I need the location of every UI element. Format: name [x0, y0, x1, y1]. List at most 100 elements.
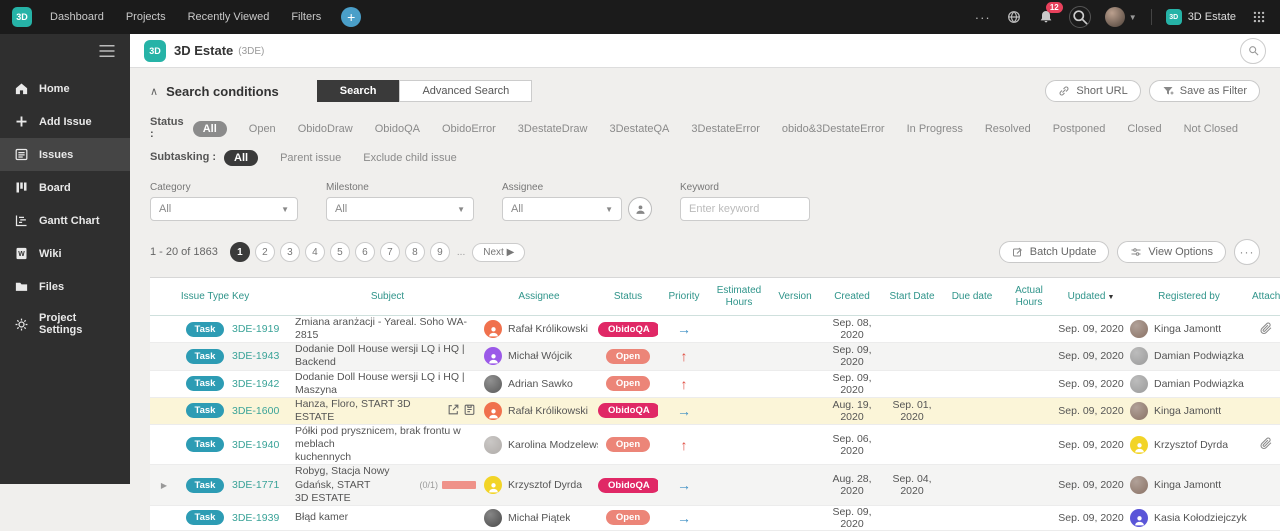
global-search-icon[interactable] — [1069, 6, 1091, 28]
tab-advanced-search[interactable]: Advanced Search — [399, 80, 532, 102]
col-status[interactable]: Status — [598, 291, 658, 303]
batch-update-button[interactable]: Batch Update — [999, 241, 1110, 263]
sidebar-item-board[interactable]: Board — [0, 171, 130, 204]
col-assignee[interactable]: Assignee — [480, 291, 598, 303]
global-add-button[interactable]: + — [341, 7, 361, 27]
page-button-1[interactable]: 1 — [230, 242, 250, 262]
nav-dashboard[interactable]: Dashboard — [50, 11, 104, 23]
collapse-chevron-icon[interactable]: ∧ — [150, 85, 158, 98]
sidebar-item-files[interactable]: Files — [0, 270, 130, 303]
notifications-bell-icon[interactable]: 12 — [1037, 8, 1055, 26]
table-row[interactable]: Task 3DE-1919 Zmiana aranżacji - Yareal.… — [150, 316, 1280, 343]
issue-subject[interactable]: Zmiana aranżacji - Yareal. Soho WA-2815 — [295, 316, 476, 342]
col-updated[interactable]: Updated▼ — [1056, 291, 1126, 303]
col-created[interactable]: Created — [822, 291, 882, 303]
user-menu[interactable]: ▼ — [1105, 7, 1137, 27]
help-icon[interactable] — [1005, 8, 1023, 26]
view-options-button[interactable]: View Options — [1117, 241, 1226, 263]
filter-option-resolved[interactable]: Resolved — [985, 123, 1031, 135]
filter-option-not-closed[interactable]: Not Closed — [1184, 123, 1238, 135]
sidebar-item-wiki[interactable]: WWiki — [0, 237, 130, 270]
table-row[interactable]: ▶ Task 3DE-1771 Robyg, Stacja Nowy Gdańs… — [150, 465, 1280, 505]
filter-option-postponed[interactable]: Postponed — [1053, 123, 1106, 135]
project-search-button[interactable] — [1240, 38, 1266, 64]
sidebar-item-gantt-chart[interactable]: Gantt Chart — [0, 204, 130, 237]
col-subject[interactable]: Subject — [295, 291, 480, 303]
table-row[interactable]: Task 3DE-1940 Półki pod prysznicem, brak… — [150, 425, 1280, 465]
issue-subject[interactable]: Błąd kamer — [295, 511, 348, 524]
col-key[interactable]: Key — [232, 291, 295, 303]
attachment-paperclip-icon[interactable] — [1259, 441, 1273, 453]
attachment-paperclip-icon[interactable] — [1259, 326, 1273, 338]
issue-key-link[interactable]: 3DE-1771 — [232, 479, 279, 491]
issue-key-link[interactable]: 3DE-1943 — [232, 350, 279, 362]
page-button-5[interactable]: 5 — [330, 242, 350, 262]
issue-key-link[interactable]: 3DE-1600 — [232, 405, 279, 417]
issue-key-link[interactable]: 3DE-1940 — [232, 439, 279, 451]
filter-option-all[interactable]: All — [224, 150, 258, 166]
filter-option-obido-3destateerror[interactable]: obido&3DestateError — [782, 123, 885, 135]
nav-recently-viewed[interactable]: Recently Viewed — [188, 11, 270, 23]
tab-search[interactable]: Search — [317, 80, 400, 102]
col-version[interactable]: Version — [768, 291, 822, 303]
expand-row-icon[interactable]: ▶ — [161, 481, 167, 490]
issue-key-link[interactable]: 3DE-1939 — [232, 512, 279, 524]
page-button-8[interactable]: 8 — [405, 242, 425, 262]
filter-option-3destateqa[interactable]: 3DestateQA — [609, 123, 669, 135]
table-row[interactable]: Task 3DE-1600 Hanza, Floro, START 3D EST… — [150, 398, 1280, 425]
filter-option-obidoqa[interactable]: ObidoQA — [375, 123, 420, 135]
issue-subject[interactable]: Dodanie Doll House wersji LQ i HQ | Masz… — [295, 371, 476, 397]
filter-option-exclude-child-issue[interactable]: Exclude child issue — [363, 152, 457, 164]
col-actual-hours[interactable]: Actual Hours — [1002, 285, 1056, 308]
issue-key-link[interactable]: 3DE-1919 — [232, 323, 279, 335]
nav-projects[interactable]: Projects — [126, 11, 166, 23]
table-row[interactable]: Task 3DE-1943 Dodanie Doll House wersji … — [150, 343, 1280, 370]
page-button-2[interactable]: 2 — [255, 242, 275, 262]
more-icon[interactable]: ··· — [975, 10, 991, 25]
filter-option-in-progress[interactable]: In Progress — [907, 123, 963, 135]
keyword-input[interactable] — [680, 197, 810, 221]
issue-key-link[interactable]: 3DE-1942 — [232, 378, 279, 390]
col-issue-type[interactable]: Issue Type — [178, 291, 232, 303]
milestone-select[interactable]: All ▼ — [326, 197, 474, 221]
filter-option-obidoerror[interactable]: ObidoError — [442, 123, 496, 135]
issue-subject[interactable]: Robyg, Stacja Nowy Gdańsk, START3D ESTAT… — [295, 465, 413, 504]
clipboard-icon[interactable] — [463, 403, 476, 419]
filter-option-closed[interactable]: Closed — [1127, 123, 1161, 135]
table-row[interactable]: Task 3DE-1942 Dodanie Doll House wersji … — [150, 371, 1280, 398]
workspace-switcher[interactable]: 3D 3D Estate — [1166, 9, 1236, 25]
filter-option-open[interactable]: Open — [249, 123, 276, 135]
issue-subject[interactable]: Dodanie Doll House wersji LQ i HQ | Back… — [295, 343, 476, 369]
col-registered-by[interactable]: Registered by — [1126, 291, 1252, 303]
page-button-7[interactable]: 7 — [380, 242, 400, 262]
next-page-button[interactable]: Next ▶ — [472, 243, 525, 262]
sidebar-collapse-button[interactable] — [0, 34, 130, 72]
page-button-9[interactable]: 9 — [430, 242, 450, 262]
col-priority[interactable]: Priority — [658, 291, 710, 303]
apps-grid-icon[interactable] — [1250, 8, 1268, 26]
page-button-3[interactable]: 3 — [280, 242, 300, 262]
filter-option-all[interactable]: All — [193, 121, 227, 137]
col-start-date[interactable]: Start Date — [882, 291, 942, 303]
more-actions-button[interactable]: ··· — [1234, 239, 1260, 265]
filter-option-obidodraw[interactable]: ObidoDraw — [298, 123, 353, 135]
filter-option-parent-issue[interactable]: Parent issue — [280, 152, 341, 164]
col-attachment[interactable]: Attachment — [1252, 291, 1280, 303]
col-estimated-hours[interactable]: Estimated Hours — [710, 285, 768, 308]
app-logo[interactable]: 3D — [12, 7, 32, 27]
page-button-4[interactable]: 4 — [305, 242, 325, 262]
sidebar-item-project-settings[interactable]: Project Settings — [0, 303, 130, 345]
short-url-button[interactable]: Short URL — [1045, 80, 1140, 102]
filter-option-3destatedraw[interactable]: 3DestateDraw — [518, 123, 588, 135]
assign-to-me-button[interactable] — [628, 197, 652, 221]
nav-filters[interactable]: Filters — [291, 11, 321, 23]
issue-subject[interactable]: Hanza, Floro, START 3D ESTATE — [295, 398, 441, 424]
sidebar-item-home[interactable]: Home — [0, 72, 130, 105]
category-select[interactable]: All ▼ — [150, 197, 298, 221]
sidebar-item-add-issue[interactable]: Add Issue — [0, 105, 130, 138]
external-link-icon[interactable] — [447, 403, 460, 419]
table-row[interactable]: Task 3DE-1939 Błąd kamer Michał Piątek O… — [150, 506, 1280, 531]
filter-option-3destateerror[interactable]: 3DestateError — [691, 123, 759, 135]
sidebar-item-issues[interactable]: Issues — [0, 138, 130, 171]
page-button-6[interactable]: 6 — [355, 242, 375, 262]
